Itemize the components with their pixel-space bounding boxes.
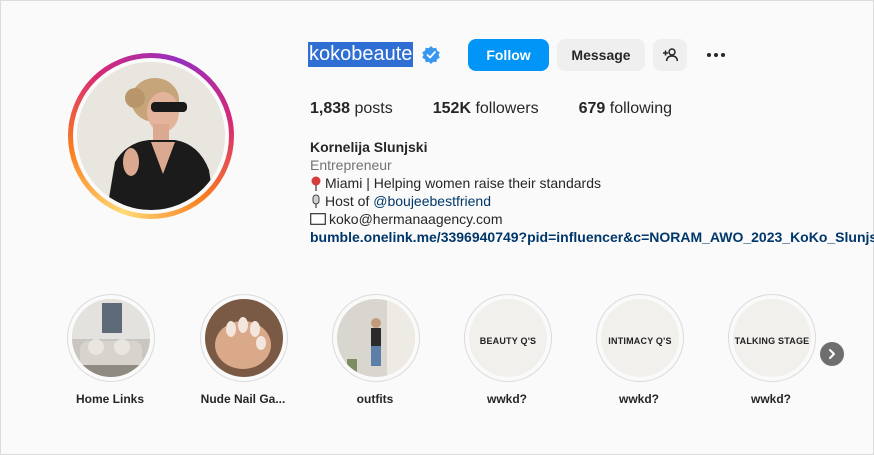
profile-bio: Kornelija Slunjski Entrepreneur Miami | … [310, 138, 874, 246]
highlight-label: wwkd? [486, 392, 527, 406]
highlight-label: Home Links [75, 392, 144, 406]
profile-header: kokobeaute [308, 42, 441, 67]
highlight-label: outfits [356, 392, 394, 406]
more-options-icon[interactable] [701, 43, 731, 67]
profile-username: kokobeaute [308, 42, 414, 67]
bio-line-email: koko@hermanaagency.com [310, 210, 874, 228]
verified-badge-icon [422, 45, 441, 64]
microphone-icon [312, 194, 320, 208]
add-user-icon [663, 48, 678, 62]
profile-stats: 1,838 posts 152K followers 679 following [310, 100, 712, 118]
highlight-cover: TALKING STAGE [733, 299, 811, 377]
profile-avatar [77, 62, 225, 210]
highlight-cover [337, 299, 415, 377]
profile-avatar-story-ring[interactable] [68, 53, 234, 219]
highlight-cover-title: TALKING STAGE [734, 336, 810, 346]
highlight-cover: BEAUTY Q'S [469, 299, 547, 377]
profile-page: kokobeaute Follow Message 1,838 posts 15… [0, 0, 874, 455]
profile-full-name: Kornelija Slunjski [310, 139, 428, 155]
highlight-label: Nude Nail Ga... [200, 392, 286, 406]
highlight-cover-title: BEAUTY Q'S [479, 336, 537, 346]
envelope-icon [310, 213, 326, 225]
highlight-label: wwkd? [750, 392, 791, 406]
bio-line-location: Miami | Helping women raise their standa… [310, 174, 874, 192]
bio-external-link[interactable]: bumble.onelink.me/3396940749?pid=influen… [310, 228, 874, 246]
message-button[interactable]: Message [557, 39, 645, 71]
highlight-cover: INTIMACY Q'S [601, 299, 679, 377]
profile-category: Entrepreneur [310, 157, 392, 173]
round-pushpin-icon [311, 176, 321, 191]
highlight-cover-title: INTIMACY Q'S [608, 336, 672, 346]
highlight-label: wwkd? [618, 392, 659, 406]
followers-link[interactable]: 152K followers [433, 100, 539, 118]
bio-line-podcast: Host of @boujeebestfriend [310, 192, 874, 210]
posts-count: 1,838 posts [310, 100, 393, 117]
highlights-next-button[interactable] [820, 342, 844, 366]
following-link[interactable]: 679 following [579, 100, 672, 118]
suggested-accounts-button[interactable] [653, 39, 687, 71]
chevron-right-icon [829, 349, 835, 359]
boujeebestfriend-link[interactable]: @boujeebestfriend [373, 192, 491, 210]
follow-button[interactable]: Follow [468, 39, 549, 71]
highlight-cover [205, 299, 283, 377]
avatar-photo-image [77, 62, 225, 210]
highlight-cover [72, 299, 150, 377]
